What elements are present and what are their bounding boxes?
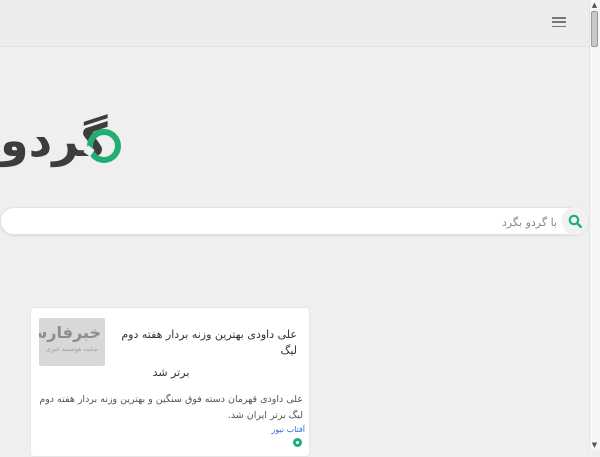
gerdoo-source-icon (293, 438, 302, 447)
news-description: علی داودی قهرمان دسته فوق سنگین و بهترین… (39, 394, 303, 421)
news-source-link[interactable]: آفتاب نیوز (265, 425, 305, 434)
search-icon (568, 214, 582, 228)
news-title-continued[interactable]: برتر شد (31, 366, 311, 379)
thumbnail-brand-text: خبرفارسی (39, 323, 101, 342)
site-logo[interactable]: گردو (0, 112, 125, 172)
scroll-up-arrow-icon[interactable]: ▲ (590, 0, 599, 10)
news-title[interactable]: علی داودی بهترین وزنه بردار هفته دوم لیگ (107, 327, 297, 359)
hamburger-menu-icon[interactable] (552, 15, 566, 29)
search-bar (0, 207, 588, 235)
thumbnail-brand-subtext: سایت هوشمند خبری (46, 346, 98, 353)
logo-ring-icon (87, 129, 121, 163)
search-input[interactable] (11, 210, 559, 234)
search-button[interactable] (562, 207, 588, 235)
scroll-down-arrow-icon[interactable]: ▼ (590, 440, 599, 450)
scroll-thumb[interactable] (591, 11, 598, 47)
news-thumbnail[interactable]: خبرفارسی سایت هوشمند خبری (39, 318, 105, 366)
vertical-scrollbar[interactable]: ▲ ▼ (589, 0, 600, 450)
news-card[interactable]: خبرفارسی سایت هوشمند خبری علی داودی بهتر… (30, 307, 310, 457)
top-bar (0, 0, 590, 47)
